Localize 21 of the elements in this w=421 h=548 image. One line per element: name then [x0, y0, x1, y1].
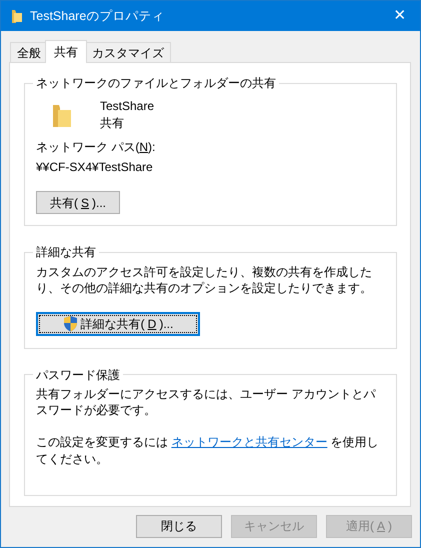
group-heading: 詳細な共有 — [35, 245, 97, 260]
close-button[interactable]: 閉じる — [136, 515, 222, 538]
shield-icon — [62, 315, 78, 332]
network-sharing-center-link[interactable]: ネットワークと共有センター — [171, 435, 328, 450]
advanced-sharing-button[interactable]: 詳細な共有( D )... — [36, 312, 200, 336]
folder-icon — [11, 8, 23, 24]
network-path: ¥¥CF-SX4¥TestShare — [36, 158, 154, 176]
folder-name: TestShare — [100, 98, 154, 115]
description-text: 共有フォルダーにアクセスするには、ユーザー アカウントとパスワードが必要です。 — [36, 386, 377, 418]
tab[interactable]: 共有 — [45, 40, 87, 63]
window-title: TestShareのプロパティ — [30, 8, 166, 24]
close-button[interactable]: ✕ — [380, 1, 420, 31]
group-heading: パスワード保護 — [35, 368, 121, 382]
description-text: カスタムのアクセス許可を設定したり、複数の共有を作成したり、その他の詳細な共有のオプションを設定したりできます。 — [36, 264, 373, 296]
group-heading: ネットワークのファイルとフォルダーの共有 — [35, 76, 277, 90]
change-note-text: この設定を変更するには ネットワークと共有センター を使用してください。 — [36, 434, 380, 467]
tab[interactable]: カスタマイズ — [85, 42, 171, 63]
folder-icon — [52, 102, 72, 128]
share-status: 共有 — [100, 114, 125, 131]
network-path-label: ネットワーク パス(N): — [36, 138, 156, 155]
share-button[interactable]: 共有( S )... — [36, 191, 120, 214]
